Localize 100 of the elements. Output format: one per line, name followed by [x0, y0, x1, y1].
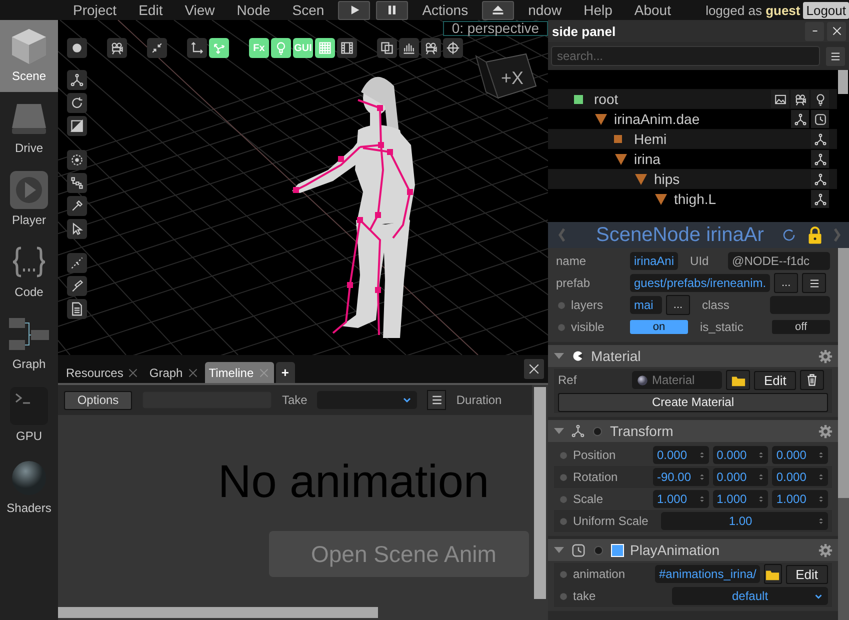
- toolbar-button[interactable]: [337, 38, 357, 58]
- section-header[interactable]: PlayAnimation: [548, 539, 838, 561]
- row-action-button[interactable]: [811, 170, 829, 188]
- number-field[interactable]: -90.00: [653, 468, 709, 486]
- edit-button[interactable]: Edit: [786, 564, 828, 584]
- row-action-button[interactable]: [811, 150, 829, 168]
- toolbar-button[interactable]: [67, 253, 87, 273]
- toggle-switch[interactable]: on: [630, 320, 688, 334]
- collapse-icon[interactable]: [553, 351, 565, 361]
- delete-button[interactable]: [800, 370, 824, 390]
- collapse-icon[interactable]: [553, 545, 565, 555]
- menu-item[interactable]: Edit: [128, 2, 174, 18]
- toolbar-button[interactable]: [67, 38, 87, 58]
- row-action-button[interactable]: [811, 110, 829, 128]
- tree-item[interactable]: Hemi: [548, 129, 837, 149]
- toolbar-button[interactable]: [67, 173, 87, 193]
- scrollbar[interactable]: [58, 607, 378, 618]
- add-tab-button[interactable]: +: [276, 362, 295, 383]
- tree-item[interactable]: thigh.L: [548, 189, 837, 209]
- toolbar-button[interactable]: [67, 196, 87, 216]
- number-field[interactable]: 0.000: [653, 446, 709, 464]
- pause-button[interactable]: [376, 0, 408, 20]
- tree-item[interactable]: root: [548, 89, 837, 109]
- browse-button[interactable]: ...: [774, 273, 798, 293]
- scrollbar[interactable]: [534, 387, 546, 599]
- menu-item[interactable]: ndow: [517, 2, 573, 18]
- menu-button[interactable]: [826, 46, 845, 66]
- settings-icon[interactable]: [818, 424, 833, 438]
- number-field[interactable]: 1.000: [653, 490, 709, 508]
- take-dropdown[interactable]: default: [672, 587, 828, 605]
- toolbar-button[interactable]: [67, 219, 87, 239]
- expander-icon[interactable]: [634, 172, 648, 186]
- logout-button[interactable]: Logout: [803, 2, 849, 18]
- menu-button[interactable]: [802, 273, 826, 293]
- expander-icon[interactable]: [594, 112, 608, 126]
- toolbar-button[interactable]: [377, 38, 397, 58]
- collapse-icon[interactable]: [553, 426, 565, 436]
- menu-item[interactable]: Actions: [411, 2, 480, 18]
- folder-button[interactable]: [726, 370, 750, 390]
- toolbar-button[interactable]: [147, 38, 167, 58]
- tab-close-icon[interactable]: [127, 366, 140, 378]
- toolbar-button[interactable]: [67, 150, 87, 170]
- sidebar-item[interactable]: Code: [0, 236, 58, 308]
- row-action-button[interactable]: [811, 90, 829, 108]
- toolbar-button[interactable]: [421, 38, 441, 58]
- settings-icon[interactable]: [818, 542, 833, 558]
- tree-item[interactable]: hips: [548, 169, 837, 189]
- number-field[interactable]: 1.00: [661, 512, 828, 530]
- sidebar-item[interactable]: Graph: [0, 308, 58, 380]
- enabled-checkbox[interactable]: [611, 544, 624, 556]
- play-button[interactable]: [338, 0, 370, 20]
- toolbar-button[interactable]: [107, 38, 127, 58]
- tree-item[interactable]: irinaAnim.dae: [548, 109, 837, 129]
- expander-icon[interactable]: [654, 192, 668, 206]
- browse-button[interactable]: ...: [666, 295, 690, 315]
- menu-item[interactable]: Scen: [281, 2, 336, 18]
- menu-item[interactable]: View: [174, 2, 226, 18]
- section-header[interactable]: Transform: [548, 420, 838, 442]
- toggle-switch[interactable]: off: [772, 320, 830, 334]
- scrollbar[interactable]: [838, 248, 849, 620]
- toolbar-button[interactable]: [187, 38, 207, 58]
- close-button[interactable]: [827, 22, 846, 40]
- number-field[interactable]: 1.000: [712, 490, 768, 508]
- edit-button[interactable]: Edit: [754, 370, 796, 390]
- toolbar-button[interactable]: [399, 38, 419, 58]
- toolbar-button[interactable]: [67, 93, 87, 113]
- row-action-button[interactable]: [811, 190, 829, 208]
- eject-button[interactable]: [482, 0, 514, 20]
- sidebar-item[interactable]: Player: [0, 164, 58, 236]
- menu-item[interactable]: Node: [226, 2, 282, 18]
- tab-close-icon[interactable]: [186, 366, 199, 378]
- settings-icon[interactable]: [818, 348, 833, 364]
- toolbar-button[interactable]: [67, 299, 87, 319]
- row-action-button[interactable]: [791, 110, 809, 128]
- prefab-field[interactable]: guest/prefabs/ireneanim.: [630, 274, 770, 292]
- row-action-button[interactable]: [811, 130, 829, 148]
- create-material-button[interactable]: Create Material: [558, 392, 828, 412]
- row-action-button[interactable]: [771, 90, 789, 108]
- toolbar-button[interactable]: [67, 116, 87, 136]
- section-header[interactable]: Material: [548, 345, 838, 367]
- row-action-button[interactable]: [791, 90, 809, 108]
- options-button[interactable]: Options: [64, 390, 132, 410]
- sidebar-item[interactable]: GPU: [0, 380, 58, 452]
- scrollbar[interactable]: [838, 70, 848, 94]
- name-field[interactable]: irinaAni: [630, 252, 678, 270]
- class-field[interactable]: [770, 296, 830, 314]
- folder-button[interactable]: [764, 564, 782, 584]
- search-field[interactable]: search...: [551, 46, 820, 66]
- number-field[interactable]: 0.000: [712, 446, 768, 464]
- expander-icon[interactable]: [614, 152, 628, 166]
- animation-field[interactable]: #animations_irina/: [655, 565, 760, 583]
- sidebar-item[interactable]: Drive: [0, 92, 58, 164]
- sidebar-item[interactable]: Shaders: [0, 452, 58, 524]
- layers-field[interactable]: mai: [630, 296, 662, 314]
- panel-tab[interactable]: Resources: [62, 362, 144, 383]
- menu-item[interactable]: About: [623, 2, 682, 18]
- toolbar-button[interactable]: [443, 38, 463, 58]
- menu-item[interactable]: Project: [62, 2, 128, 18]
- panel-tab[interactable]: Graph: [145, 362, 203, 383]
- menu-button[interactable]: [427, 390, 446, 410]
